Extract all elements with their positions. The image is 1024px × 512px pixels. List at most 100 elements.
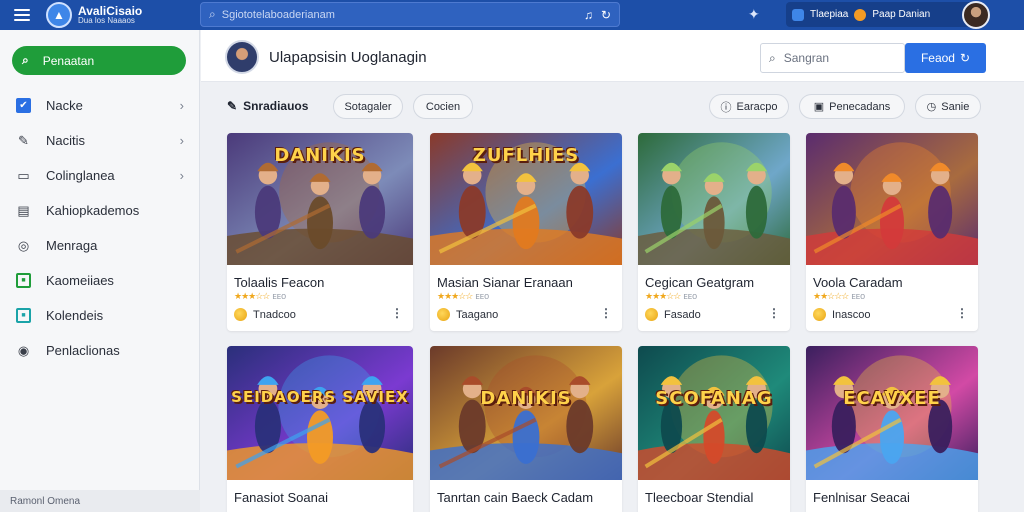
filter-chip-right-2[interactable]: ▣ Penecadans xyxy=(799,94,905,119)
sidebar-search-button[interactable]: ⌕ Penaatan xyxy=(12,46,186,75)
game-card-7[interactable]: SCOFANAG Tleecboar Stendial xyxy=(638,346,790,512)
game-title[interactable]: Tanrtan cain Baeck Cadam xyxy=(437,490,593,505)
paint-icon: ◉ xyxy=(17,342,30,358)
account-pill[interactable]: Tlaepiaa Paap Danian xyxy=(786,2,978,27)
primary-action-button[interactable]: Feaod ↻ xyxy=(905,43,986,73)
sidebar-item-2[interactable]: ✎ Nacitis › xyxy=(0,123,200,158)
refresh-icon[interactable]: ↻ xyxy=(601,8,611,22)
refresh-icon: ↻ xyxy=(959,51,971,65)
sidebar: ⌕ Penaatan ✔ Nacke › ✎ Nacitis › ▭ Colinglanea ›… xyxy=(0,30,200,512)
more-options-icon[interactable]: ⋮ xyxy=(391,306,403,320)
game-cover-title: ZUFLHIES xyxy=(472,145,580,166)
filter-chip-2[interactable]: Cocien xyxy=(413,94,473,119)
teal-square-icon: ■ xyxy=(16,308,31,323)
game-title[interactable]: Tleecboar Stendial xyxy=(645,490,753,505)
game-card-3[interactable]: Cegican Geatgram ★★★☆☆ ᴇᴇᴏ Fasado ⋮ xyxy=(638,133,790,331)
game-card-6[interactable]: DANIKIS Tanrtan cain Baeck Cadam xyxy=(430,346,622,512)
page-header: Ulapapsisin Uoglanagin ⌕ Sangran Feaod ↻ xyxy=(201,30,1024,82)
user-avatar[interactable] xyxy=(962,1,990,29)
price-value: Inascoo xyxy=(832,308,871,321)
primary-action-label: Feaod xyxy=(920,51,955,65)
game-title[interactable]: Fenlnisar Seacai xyxy=(813,490,910,505)
filter-chip-1[interactable]: Sotagaler xyxy=(333,94,403,119)
filter-chip-right-3[interactable]: ◷ Sanie xyxy=(915,94,981,119)
sidebar-item-6[interactable]: ■ Kaomeiiaes xyxy=(0,263,200,298)
top-bar: ▲ AvaliCisaio Dua los Naaaos ⌕ Sgiototel… xyxy=(0,0,1024,30)
pencil-icon: ✎ xyxy=(18,132,29,148)
game-cover-art: SEIDAOERS SAVIEX xyxy=(227,346,413,480)
price-value: Tnadcoo xyxy=(253,308,296,321)
tablet-icon: ▭ xyxy=(17,167,30,183)
sidebar-item-label: Nacitis xyxy=(46,133,86,148)
star-rating: ★★☆☆☆ ᴇᴇᴏ xyxy=(813,291,866,301)
green-square-icon: ■ xyxy=(16,273,31,288)
game-card-2[interactable]: ZUFLHIES Masian Sianar Eranaan ★★★☆☆ ᴇᴇᴏ Taa… xyxy=(430,133,622,331)
search-icon: ⌕ xyxy=(209,7,216,21)
game-title[interactable]: Voola Caradam xyxy=(813,275,903,290)
top-search-input[interactable]: ⌕ Sgiototelaboaderianam ♫ ↻ xyxy=(200,2,620,27)
checkbox-icon: ✔ xyxy=(16,98,31,113)
sidebar-footer: Ramonl Omena xyxy=(0,490,200,512)
info-icon: ⓘ xyxy=(720,101,732,114)
header-search-input[interactable]: ⌕ Sangran xyxy=(760,43,905,73)
sidebar-item-7[interactable]: ■ Kolendeis xyxy=(0,298,200,333)
sidebar-item-label: Kaomeiiaes xyxy=(46,273,114,288)
game-cover-title: SEIDAOERS SAVIEX xyxy=(231,388,409,406)
game-title[interactable]: Cegican Geatgram xyxy=(645,275,754,290)
brand-subtitle: Dua los Naaaos xyxy=(78,16,135,26)
top-search-placeholder: Sgiototelaboaderianam xyxy=(221,8,335,21)
profile-avatar[interactable] xyxy=(225,40,259,74)
price-value: Taagano xyxy=(456,308,499,321)
brush-icon: ✎ xyxy=(227,99,238,113)
chip-label: Earacpo xyxy=(736,100,778,113)
chevron-right-icon: › xyxy=(179,98,184,113)
sidebar-search-label: Penaatan xyxy=(42,53,95,68)
app-logo[interactable]: ▲ xyxy=(46,2,72,28)
game-cover-art: ECAVXEE xyxy=(806,346,978,480)
sidebar-item-8[interactable]: ◉ Penlaclionas xyxy=(0,333,200,368)
more-options-icon[interactable]: ⋮ xyxy=(768,306,780,320)
game-card-4[interactable]: Voola Caradam ★★☆☆☆ ᴇᴇᴏ Inascoo ⋮ xyxy=(806,133,978,331)
filter-chip-right-1[interactable]: ⓘ Earacpo xyxy=(709,94,789,119)
game-cover-title: ECAVXEE xyxy=(843,388,941,409)
coin-icon xyxy=(813,308,826,321)
sidebar-item-3[interactable]: ▭ Colinglanea › xyxy=(0,158,200,193)
game-card-5[interactable]: SEIDAOERS SAVIEX Fanasiot Soanai xyxy=(227,346,413,512)
coin-icon xyxy=(437,308,450,321)
sidebar-item-1[interactable]: ✔ Nacke › xyxy=(0,88,200,123)
bell-icon[interactable]: ♫ xyxy=(584,8,593,22)
game-title[interactable]: Masian Sianar Eranaan xyxy=(437,275,573,290)
sidebar-menu: ✔ Nacke › ✎ Nacitis › ▭ Colinglanea › ▤ Kahiopkade… xyxy=(0,88,200,368)
chevron-right-icon: › xyxy=(179,168,184,183)
puzzle-icon[interactable]: ✦ xyxy=(748,6,760,23)
sidebar-item-4[interactable]: ▤ Kahiopkademos xyxy=(0,193,200,228)
star-rating: ★★★☆☆ ᴇᴇᴏ xyxy=(234,291,287,301)
more-options-icon[interactable]: ⋮ xyxy=(956,306,968,320)
filter-bar: ✎ Snradiauos Sotagaler Cocien ⓘ Earacpo ▣… xyxy=(201,92,1024,122)
menu-icon[interactable] xyxy=(8,0,36,30)
sidebar-item-5[interactable]: ◎ Menraga xyxy=(0,228,200,263)
game-cover-art: SCOFANAG xyxy=(638,346,790,480)
more-options-icon[interactable]: ⋮ xyxy=(600,306,612,320)
sidebar-item-label: Penlaclionas xyxy=(46,343,120,358)
game-price: Taagano xyxy=(437,308,498,321)
game-price: Tnadcoo xyxy=(234,308,296,321)
sidebar-item-label: Kolendeis xyxy=(46,308,104,323)
search-icon: ⌕ xyxy=(22,53,29,67)
game-card-8[interactable]: ECAVXEE Fenlnisar Seacai xyxy=(806,346,978,512)
game-title[interactable]: Fanasiot Soanai xyxy=(234,490,328,505)
game-card-1[interactable]: DANIKIS Tolaalis Feacon ★★★☆☆ ᴇᴇᴏ Tnadcoo ⋮ xyxy=(227,133,413,331)
game-price: Inascoo xyxy=(813,308,871,321)
pill-right-label: Paap Danian xyxy=(872,9,931,20)
wallet-icon xyxy=(792,8,804,21)
image-icon: ▤ xyxy=(17,202,30,218)
search-icon: ⌕ xyxy=(769,50,776,65)
chip-label: Sanie xyxy=(941,100,970,113)
coin-icon xyxy=(645,308,658,321)
game-cover-art xyxy=(638,133,790,265)
rating-count: ᴇᴇᴏ xyxy=(683,291,698,301)
sidebar-item-label: Nacke xyxy=(46,98,83,113)
game-title[interactable]: Tolaalis Feacon xyxy=(234,275,324,290)
main-content: Ulapapsisin Uoglanagin ⌕ Sangran Feaod ↻… xyxy=(201,30,1024,512)
game-cover-title: DANIKIS xyxy=(274,145,366,166)
